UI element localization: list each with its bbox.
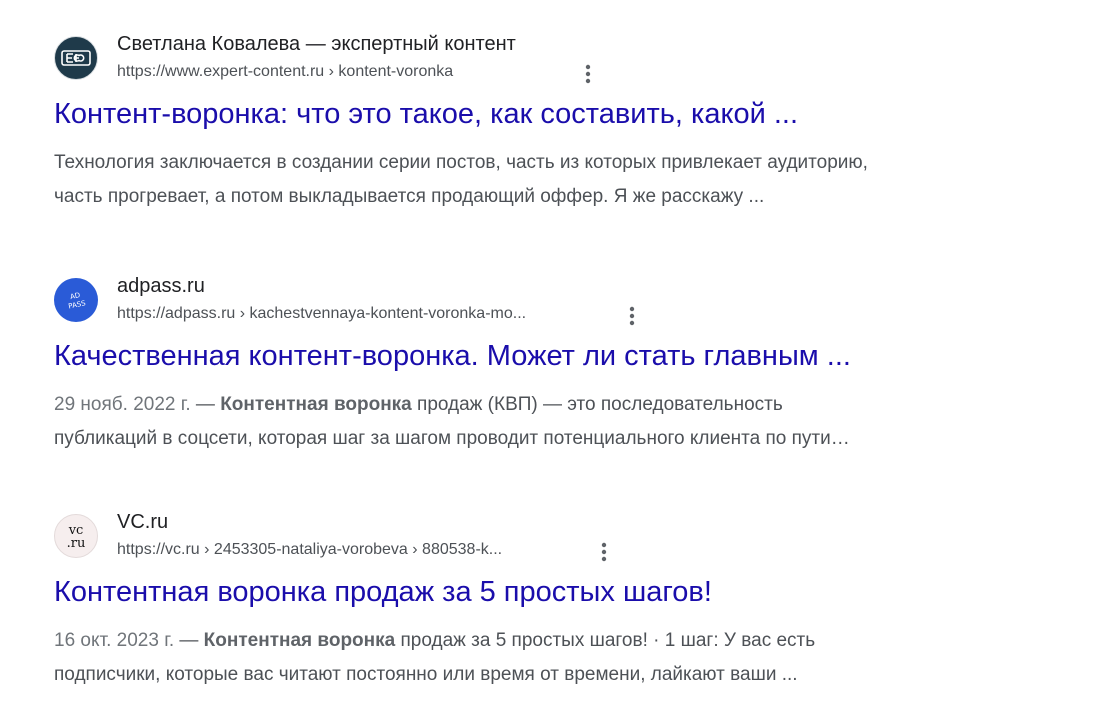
result-url[interactable]: https://www.expert-content.ru › kontent-… [117, 60, 516, 84]
adpass-logo-icon: AD PASS [68, 291, 87, 311]
source-text: Светлана Ковалева — экспертный контент h… [117, 30, 516, 84]
result-source[interactable]: Светлана Ковалева — экспертный контент h… [54, 28, 1074, 88]
favicon-adpass: AD PASS [54, 278, 98, 322]
more-options-button[interactable] [576, 62, 600, 86]
result-date: 29 нояб. 2022 г. [54, 394, 191, 415]
search-result: Светлана Ковалева — экспертный контент h… [54, 28, 1074, 270]
result-source[interactable]: vc .ru VC.ru https://vc.ru › 2453305-nat… [54, 506, 1074, 566]
more-vert-icon [585, 64, 591, 84]
more-options-button[interactable] [620, 304, 644, 328]
snippet-line: публикаций в соцсети, которая шаг за шаг… [54, 428, 850, 449]
snippet-line: часть прогревает, а потом выкладывается … [54, 186, 765, 207]
result-title-link[interactable]: Контентная воронка продаж за 5 простых ш… [54, 574, 1074, 610]
more-options-button[interactable] [592, 540, 616, 564]
snippet-bold-term: Контентная воронка [220, 394, 412, 415]
favicon-expert-content [54, 36, 98, 80]
snippet-dash: — [190, 394, 221, 415]
more-vert-icon [601, 542, 607, 562]
result-url[interactable]: https://vc.ru › 2453305-nataliya-vorobev… [117, 538, 502, 562]
snippet-dash: — [174, 630, 204, 651]
site-name[interactable]: Светлана Ковалева — экспертный контент [117, 30, 516, 58]
result-source[interactable]: AD PASS adpass.ru https://adpass.ru › ka… [54, 270, 1074, 330]
result-url[interactable]: https://adpass.ru › kachestvennaya-konte… [117, 302, 526, 326]
source-text: VC.ru https://vc.ru › 2453305-nataliya-v… [117, 508, 502, 562]
source-text: adpass.ru https://adpass.ru › kachestven… [117, 272, 526, 326]
result-snippet: Технология заключается в создании серии … [54, 146, 1054, 214]
snippet-bold-term: Контентная воронка [203, 630, 396, 651]
snippet-line: подписчики, которые вас читают постоянно… [54, 664, 798, 685]
search-result: AD PASS adpass.ru https://adpass.ru › ka… [54, 270, 1074, 506]
search-result: vc .ru VC.ru https://vc.ru › 2453305-nat… [54, 506, 1074, 706]
snippet-line: Технология заключается в создании серии … [54, 152, 868, 173]
favicon-vc: vc .ru [54, 514, 98, 558]
result-snippet: 16 окт. 2023 г. — Контентная воронка про… [54, 624, 1054, 692]
result-date: 16 окт. 2023 г. [54, 630, 175, 651]
svg-text:.ru: .ru [67, 536, 86, 551]
snippet-line: 16 окт. 2023 г. — Контентная воронка про… [54, 624, 1054, 658]
result-title-link[interactable]: Контент-воронка: что это такое, как сост… [54, 96, 1074, 132]
snippet-text: продаж (КВП) — это последовательность [411, 394, 783, 415]
vc-logo-icon: vc .ru [67, 523, 86, 551]
expert-content-logo-icon [61, 50, 91, 66]
more-vert-icon [629, 306, 635, 326]
result-title-link[interactable]: Качественная контент-воронка. Может ли с… [54, 338, 1074, 374]
result-snippet: 29 нояб. 2022 г. — Контентная воронка пр… [54, 388, 1054, 456]
site-name[interactable]: VC.ru [117, 508, 502, 536]
site-name[interactable]: adpass.ru [117, 272, 526, 300]
snippet-text: продаж за 5 простых шагов! · 1 шаг: У ва… [395, 630, 816, 651]
snippet-line: 29 нояб. 2022 г. — Контентная воронка пр… [54, 388, 1054, 422]
search-results: Светлана Ковалева — экспертный контент h… [54, 28, 1074, 706]
